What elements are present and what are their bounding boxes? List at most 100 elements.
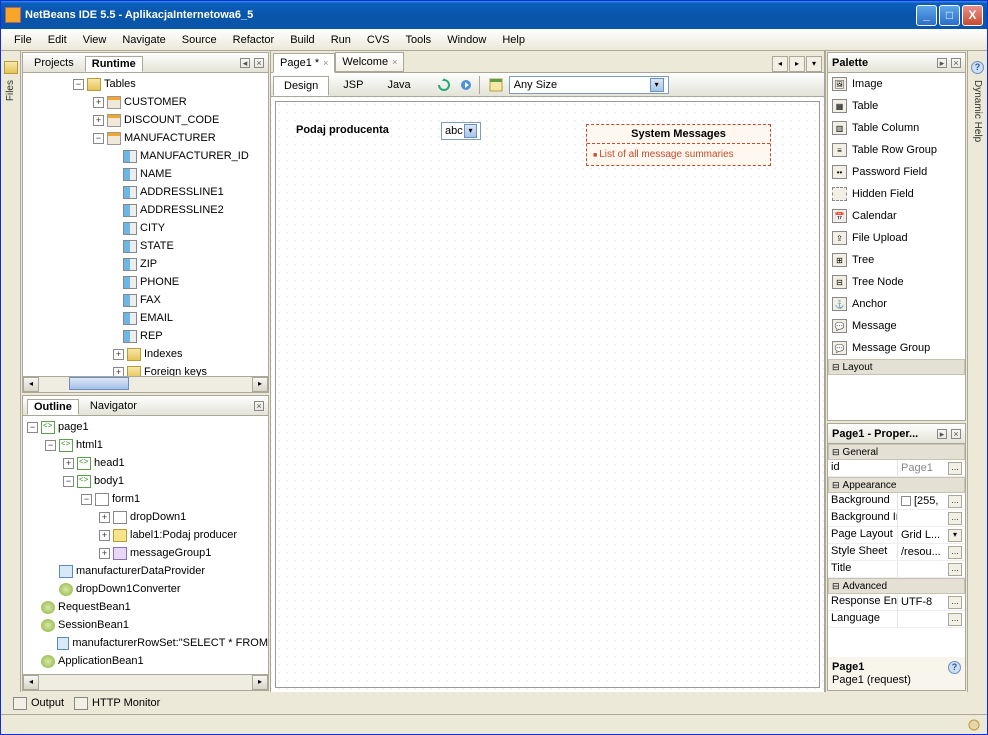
file-tab-page1[interactable]: Page1 *× bbox=[273, 53, 335, 73]
col-fax[interactable]: FAX bbox=[140, 294, 161, 306]
prop-stylesheet[interactable]: Style Sheet/resou...… bbox=[828, 544, 965, 561]
prop-language[interactable]: Language… bbox=[828, 611, 965, 628]
ellipsis-icon[interactable]: … bbox=[948, 563, 962, 576]
col-mid[interactable]: MANUFACTURER_ID bbox=[140, 150, 249, 162]
prop-layout[interactable]: Page LayoutGrid L...▾ bbox=[828, 527, 965, 544]
col-addr1[interactable]: ADDRESSLINE1 bbox=[140, 186, 224, 198]
node-conv[interactable]: dropDown1Converter bbox=[76, 583, 181, 595]
files-tab[interactable]: Files bbox=[5, 80, 16, 101]
ellipsis-icon[interactable]: … bbox=[948, 512, 962, 525]
section-appearance[interactable]: Appearance bbox=[828, 477, 965, 493]
ellipsis-icon[interactable]: … bbox=[948, 546, 962, 559]
menu-navigate[interactable]: Navigate bbox=[115, 32, 172, 48]
tab-runtime[interactable]: Runtime bbox=[85, 56, 143, 72]
subtab-design[interactable]: Design bbox=[273, 76, 329, 96]
menu-tools[interactable]: Tools bbox=[399, 32, 439, 48]
col-email[interactable]: EMAIL bbox=[140, 312, 173, 324]
form-label[interactable]: Podaj producenta bbox=[296, 124, 389, 136]
ellipsis-icon[interactable]: … bbox=[948, 613, 962, 626]
preview-icon[interactable] bbox=[457, 76, 475, 94]
chevron-down-icon[interactable]: ▾ bbox=[948, 529, 962, 542]
col-state[interactable]: STATE bbox=[140, 240, 174, 252]
file-tab-welcome[interactable]: Welcome× bbox=[335, 52, 404, 72]
node-form1[interactable]: form1 bbox=[112, 493, 140, 505]
panel-close-icon[interactable]: × bbox=[951, 58, 961, 68]
palette-item-table-column[interactable]: ▥Table Column bbox=[828, 117, 965, 139]
panel-close-icon[interactable]: × bbox=[951, 429, 961, 439]
col-name[interactable]: NAME bbox=[140, 168, 172, 180]
nav-menu-button[interactable]: ▾ bbox=[806, 56, 822, 72]
node-app[interactable]: ApplicationBean1 bbox=[58, 655, 144, 667]
panel-right-icon[interactable]: ▸ bbox=[937, 429, 947, 439]
palette-item-table[interactable]: ▦Table bbox=[828, 95, 965, 117]
section-general[interactable]: General bbox=[828, 444, 965, 460]
size-select[interactable]: Any Size▾ bbox=[509, 76, 669, 94]
palette-item-treenode[interactable]: ⊟Tree Node bbox=[828, 271, 965, 293]
panel-left-icon[interactable]: ◂ bbox=[240, 58, 250, 68]
ellipsis-icon[interactable]: … bbox=[948, 462, 962, 475]
col-zip[interactable]: ZIP bbox=[140, 258, 157, 270]
refresh-icon[interactable] bbox=[435, 76, 453, 94]
col-addr2[interactable]: ADDRESSLINE2 bbox=[140, 204, 224, 216]
palette-item-hidden[interactable]: Hidden Field bbox=[828, 183, 965, 205]
tab-outline[interactable]: Outline bbox=[27, 399, 79, 415]
node-rowset[interactable]: manufacturerRowSet:"SELECT * FROM bbox=[72, 637, 268, 649]
node-mdp[interactable]: manufacturerDataProvider bbox=[76, 565, 205, 577]
ellipsis-icon[interactable]: … bbox=[948, 495, 962, 508]
menu-file[interactable]: File bbox=[7, 32, 39, 48]
palette-item-table-row-group[interactable]: ≡Table Row Group bbox=[828, 139, 965, 161]
h-scrollbar[interactable]: ◂▸ bbox=[23, 376, 268, 392]
ellipsis-icon[interactable]: … bbox=[948, 596, 962, 609]
prop-title[interactable]: Title… bbox=[828, 561, 965, 578]
menu-edit[interactable]: Edit bbox=[41, 32, 74, 48]
tab-close-icon[interactable]: × bbox=[323, 58, 328, 68]
help-icon[interactable]: ? bbox=[948, 661, 961, 674]
node-fk[interactable]: Foreign keys bbox=[144, 366, 207, 376]
panel-close-icon[interactable]: × bbox=[254, 58, 264, 68]
menu-build[interactable]: Build bbox=[283, 32, 321, 48]
node-discount[interactable]: DISCOUNT_CODE bbox=[124, 114, 219, 126]
node-dd1[interactable]: dropDown1 bbox=[130, 511, 186, 523]
message-group[interactable]: System Messages List of all message summ… bbox=[586, 124, 771, 166]
nav-prev-button[interactable]: ◂ bbox=[772, 56, 788, 72]
node-req[interactable]: RequestBean1 bbox=[58, 601, 131, 613]
minimize-button[interactable]: _ bbox=[916, 5, 937, 26]
dropdown-component[interactable]: abc▾ bbox=[441, 122, 481, 140]
node-customer[interactable]: CUSTOMER bbox=[124, 96, 187, 108]
col-rep[interactable]: REP bbox=[140, 330, 163, 342]
palette-item-upload[interactable]: ⇪File Upload bbox=[828, 227, 965, 249]
node-head1[interactable]: head1 bbox=[94, 457, 125, 469]
palette-item-anchor[interactable]: ⚓Anchor bbox=[828, 293, 965, 315]
output-tab[interactable]: Output bbox=[13, 697, 64, 710]
panel-right-icon[interactable]: ▸ bbox=[937, 58, 947, 68]
http-monitor-tab[interactable]: HTTP Monitor bbox=[74, 697, 160, 710]
tab-projects[interactable]: Projects bbox=[27, 55, 81, 71]
h-scrollbar[interactable]: ◂▸ bbox=[23, 674, 268, 690]
maximize-button[interactable]: □ bbox=[939, 5, 960, 26]
tab-navigator[interactable]: Navigator bbox=[83, 398, 144, 414]
palette-item-password[interactable]: ••Password Field bbox=[828, 161, 965, 183]
node-indexes[interactable]: Indexes bbox=[144, 348, 183, 360]
design-canvas[interactable]: Podaj producenta abc▾ System Messages Li… bbox=[271, 97, 824, 692]
menu-refactor[interactable]: Refactor bbox=[226, 32, 282, 48]
node-html1[interactable]: html1 bbox=[76, 439, 103, 451]
subtab-java[interactable]: Java bbox=[377, 76, 420, 94]
palette-item-message-group[interactable]: 💬Message Group bbox=[828, 337, 965, 359]
node-label1[interactable]: label1:Podaj producer bbox=[130, 529, 237, 541]
tab-close-icon[interactable]: × bbox=[392, 57, 397, 67]
node-page1[interactable]: page1 bbox=[58, 421, 89, 433]
prop-bgimage[interactable]: Background Im… bbox=[828, 510, 965, 527]
close-button[interactable]: X bbox=[962, 5, 983, 26]
menu-source[interactable]: Source bbox=[175, 32, 224, 48]
col-phone[interactable]: PHONE bbox=[140, 276, 179, 288]
prop-encoding[interactable]: Response EncoUTF-8… bbox=[828, 594, 965, 611]
browser-icon[interactable] bbox=[487, 76, 505, 94]
panel-close-icon[interactable]: × bbox=[254, 401, 264, 411]
prop-background[interactable]: Background[255,… bbox=[828, 493, 965, 510]
node-manufacturer[interactable]: MANUFACTURER bbox=[124, 132, 216, 144]
menu-cvs[interactable]: CVS bbox=[360, 32, 397, 48]
node-body1[interactable]: body1 bbox=[94, 475, 124, 487]
menu-run[interactable]: Run bbox=[324, 32, 358, 48]
node-mg1[interactable]: messageGroup1 bbox=[130, 547, 211, 559]
node-tables[interactable]: Tables bbox=[104, 78, 136, 90]
